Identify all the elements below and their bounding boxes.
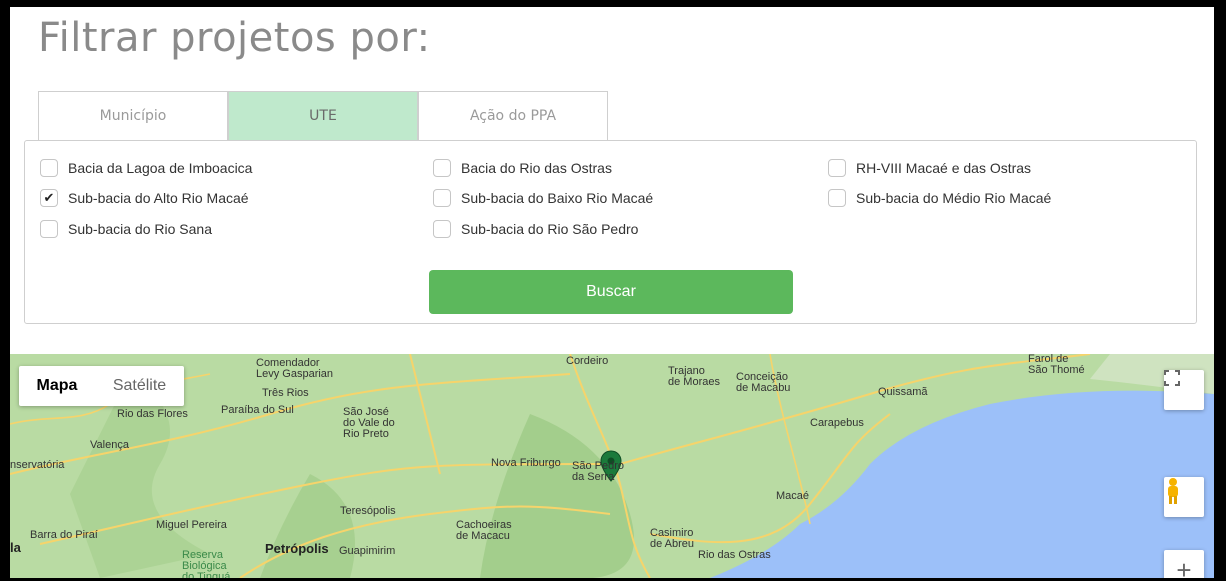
- option-label: Bacia do Rio das Ostras: [461, 160, 612, 176]
- option-label: RH-VIII Macaé e das Ostras: [856, 160, 1032, 176]
- place-label: Quissamã: [878, 386, 928, 398]
- tab-ute[interactable]: UTE: [228, 91, 418, 140]
- place-label: Três Rios: [262, 387, 309, 399]
- zoom-in-button[interactable]: +: [1164, 550, 1204, 578]
- fullscreen-icon: [1164, 370, 1180, 386]
- checkbox[interactable]: [40, 159, 58, 177]
- place-label: Casimiro de Abreu: [650, 527, 695, 550]
- option-bacia-lagoa-imboacica[interactable]: Bacia da Lagoa de Imboacica: [40, 159, 252, 177]
- place-label: Trajano de Moraes: [668, 365, 720, 388]
- option-alto-rio-macae[interactable]: ✔ Sub-bacia do Alto Rio Macaé: [40, 189, 249, 207]
- place-label: Farol de São Thomé: [1028, 354, 1085, 376]
- option-rio-sana[interactable]: Sub-bacia do Rio Sana: [40, 220, 212, 238]
- map-type-control: Mapa Satélite: [19, 366, 184, 406]
- checkbox[interactable]: [828, 189, 846, 207]
- map[interactable]: Mapa Satélite + Comendador Levy Gasparia…: [10, 354, 1214, 578]
- place-label: Nova Friburgo: [491, 457, 561, 469]
- place-label: Valença: [90, 439, 129, 451]
- checkbox[interactable]: [433, 159, 451, 177]
- checkmark-icon: ✔: [43, 190, 55, 205]
- option-rh-viii[interactable]: RH-VIII Macaé e das Ostras: [828, 159, 1031, 177]
- option-medio-rio-macae[interactable]: Sub-bacia do Médio Rio Macaé: [828, 189, 1051, 207]
- tab-municipio[interactable]: Município: [38, 91, 228, 140]
- place-label: São Pedro da Serra: [572, 460, 624, 483]
- checkbox[interactable]: [433, 189, 451, 207]
- street-view-button[interactable]: [1164, 477, 1204, 517]
- search-button[interactable]: Buscar: [429, 270, 793, 314]
- option-label: Sub-bacia do Rio São Pedro: [461, 221, 639, 237]
- place-label: Rio das Ostras: [698, 549, 771, 561]
- screen-border-left: [0, 0, 10, 581]
- filter-panel: Bacia da Lagoa de Imboacica Bacia do Rio…: [24, 140, 1197, 324]
- tab-acao-ppa[interactable]: Ação do PPA: [418, 91, 608, 140]
- place-label: Cordeiro: [566, 355, 609, 367]
- place-label: la: [10, 540, 21, 555]
- checkbox-checked[interactable]: ✔: [40, 189, 58, 207]
- fullscreen-button[interactable]: [1164, 370, 1204, 410]
- option-label: Bacia da Lagoa de Imboacica: [68, 160, 253, 176]
- place-label: Guapimirim: [339, 545, 396, 557]
- checkbox[interactable]: [433, 220, 451, 238]
- pegman-icon: [1168, 478, 1178, 504]
- place-label: Barra do Piraí: [30, 529, 98, 541]
- place-label: Rio das Flores: [117, 408, 188, 420]
- place-label: Reserva Biológica do Tinguá: [182, 549, 231, 579]
- place-label: São José do Vale do Rio Preto: [343, 406, 395, 440]
- page: Filtrar projetos por: Município UTE Ação…: [10, 7, 1214, 578]
- option-label: Sub-bacia do Rio Sana: [68, 221, 212, 237]
- option-bacia-rio-ostras[interactable]: Bacia do Rio das Ostras: [433, 159, 612, 177]
- checkbox[interactable]: [40, 220, 58, 238]
- screen-border-top: [0, 0, 1226, 7]
- page-title: Filtrar projetos por:: [38, 15, 431, 61]
- map-type-map-button[interactable]: Mapa: [19, 377, 95, 395]
- place-label: Teresópolis: [340, 505, 396, 517]
- place-label: Comendador Levy Gasparian: [256, 357, 334, 380]
- checkbox[interactable]: [828, 159, 846, 177]
- screen-border-right: [1214, 0, 1226, 581]
- place-label: Carapebus: [810, 417, 864, 429]
- place-label: Cachoeiras de Macacu: [456, 519, 512, 542]
- place-label: Macaé: [776, 490, 810, 502]
- map-type-satellite-button[interactable]: Satélite: [95, 377, 184, 395]
- place-label: nservatória: [10, 459, 65, 471]
- option-label: Sub-bacia do Alto Rio Macaé: [68, 190, 249, 206]
- filter-tabs: Município UTE Ação do PPA: [38, 91, 608, 141]
- place-label: Conceição de Macabu: [736, 371, 791, 394]
- option-baixo-rio-macae[interactable]: Sub-bacia do Baixo Rio Macaé: [433, 189, 653, 207]
- option-rio-sao-pedro[interactable]: Sub-bacia do Rio São Pedro: [433, 220, 638, 238]
- option-label: Sub-bacia do Médio Rio Macaé: [856, 190, 1052, 206]
- place-label: Miguel Pereira: [156, 519, 227, 531]
- option-label: Sub-bacia do Baixo Rio Macaé: [461, 190, 654, 206]
- place-label: Paraíba do Sul: [221, 404, 294, 416]
- place-label: Petrópolis: [265, 541, 329, 556]
